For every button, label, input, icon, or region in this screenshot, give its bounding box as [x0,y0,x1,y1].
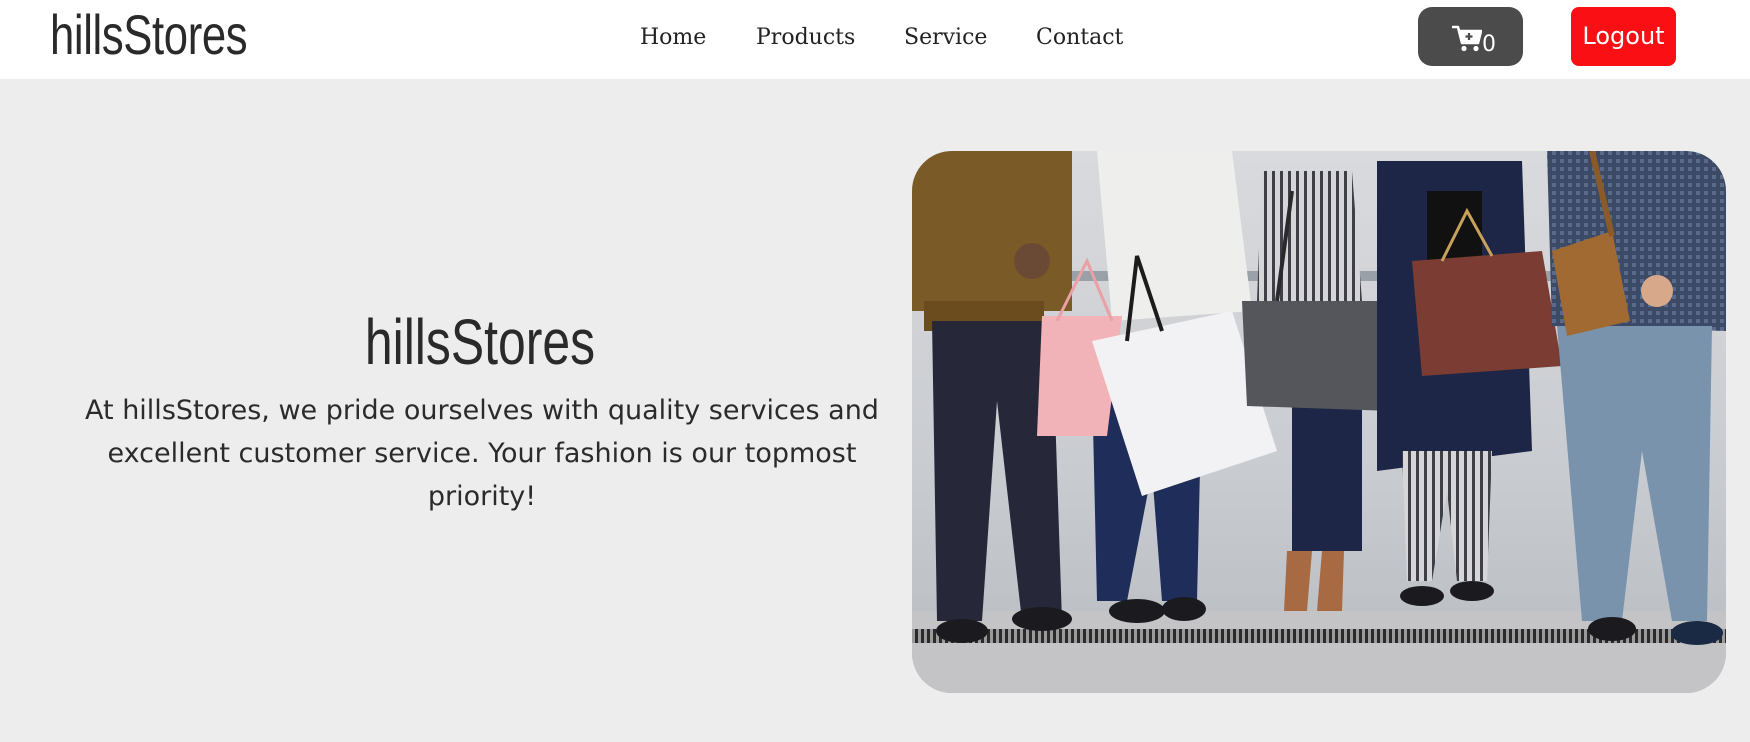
logout-button[interactable]: Logout [1571,7,1676,66]
site-header: hillsStores Home Products Service Contac… [0,0,1750,79]
cart-plus-icon [1452,25,1482,52]
nav-link-contact[interactable]: Contact [1036,20,1123,56]
hero-image [912,151,1726,693]
shopping-people-photo [912,151,1726,693]
cart-button[interactable]: 0 [1418,7,1523,66]
hero-title: hillsStores [364,306,596,378]
brand-logo[interactable]: hillsStores [50,0,248,70]
cart-count: 0 [1482,32,1496,57]
nav-link-products[interactable]: Products [756,20,855,56]
nav-link-service[interactable]: Service [904,20,987,56]
nav-link-home[interactable]: Home [640,20,706,56]
hero-description: At hillsStores, we pride ourselves with … [85,395,879,512]
